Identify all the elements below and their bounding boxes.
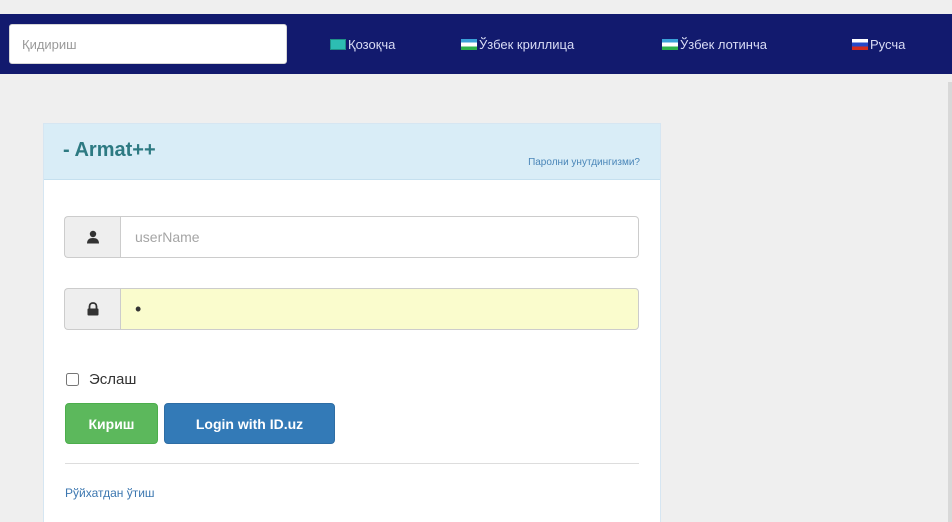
register-link[interactable]: Рўйхатдан ўтиш [65,486,155,500]
language-label: Ўзбек лотинча [680,36,767,52]
user-icon [64,216,120,258]
language-link-uzbek-cyrillic[interactable]: Ўзбек криллица [461,35,574,53]
remember-me-checkbox[interactable] [66,373,79,386]
login-button[interactable]: Кириш [65,403,158,444]
remember-me-label: Эслаш [89,371,137,388]
language-label: Русча [870,36,906,52]
login-panel: - Armat++ Паролни унутдингизми? Эслаш Ки… [43,123,661,522]
login-with-id-uz-button[interactable]: Login with ID.uz [164,403,335,444]
page-scrollbar[interactable] [948,82,952,522]
password-input-group [64,288,639,330]
username-field[interactable] [120,216,639,258]
uz-flag-icon [461,38,477,50]
divider [65,463,639,464]
top-navigation-bar: Қозоқча Ўзбек криллица Ўзбек лотинча Рус… [0,14,952,74]
remember-me[interactable]: Эслаш [66,371,136,388]
username-input-group [64,216,639,258]
language-label: Қозоқча [348,36,396,52]
language-label: Ўзбек криллица [479,36,575,52]
login-title: - Armat++ [63,139,156,161]
kz-flag-icon [330,38,346,50]
login-panel-heading: - Armat++ Паролни унутдингизми? [44,124,660,180]
language-link-uzbek-latin[interactable]: Ўзбек лотинча [662,35,767,53]
language-link-kazakh[interactable]: Қозоқча [330,35,395,53]
forgot-password-link[interactable]: Паролни унутдингизми? [528,157,640,168]
lock-icon [64,288,120,330]
ru-flag-icon [852,38,868,50]
password-field[interactable] [120,288,639,330]
uz-flag-icon [662,38,678,50]
search-input[interactable] [9,24,287,64]
language-link-russian[interactable]: Русча [852,35,905,53]
